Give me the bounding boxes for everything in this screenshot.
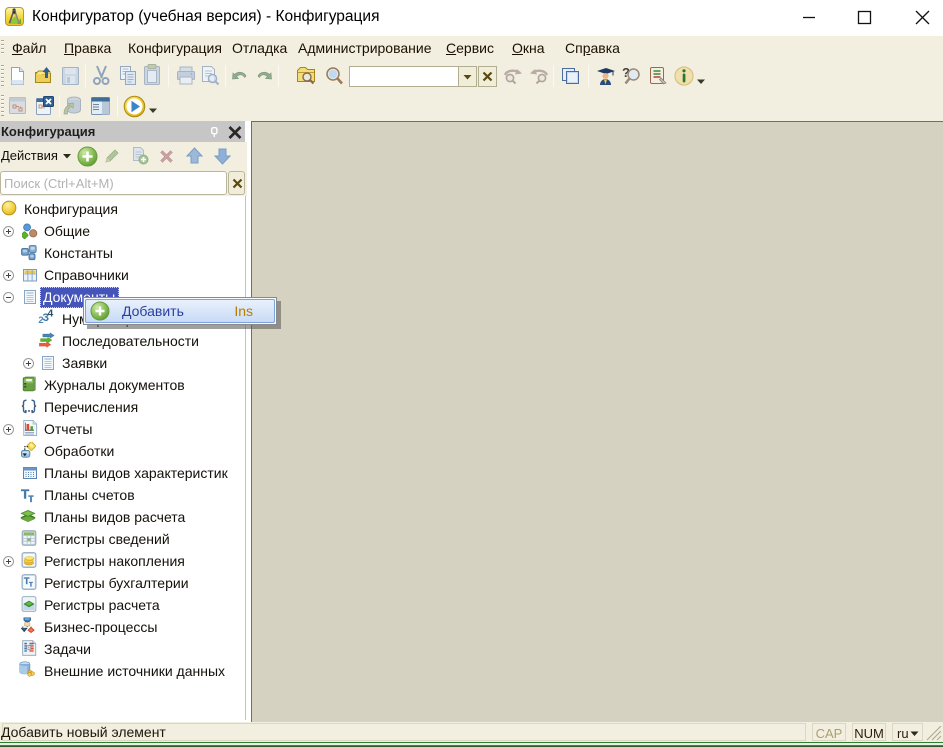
svg-text:т: т	[29, 580, 33, 589]
svg-text:т: т	[28, 493, 34, 503]
svg-text:4: 4	[48, 308, 54, 319]
